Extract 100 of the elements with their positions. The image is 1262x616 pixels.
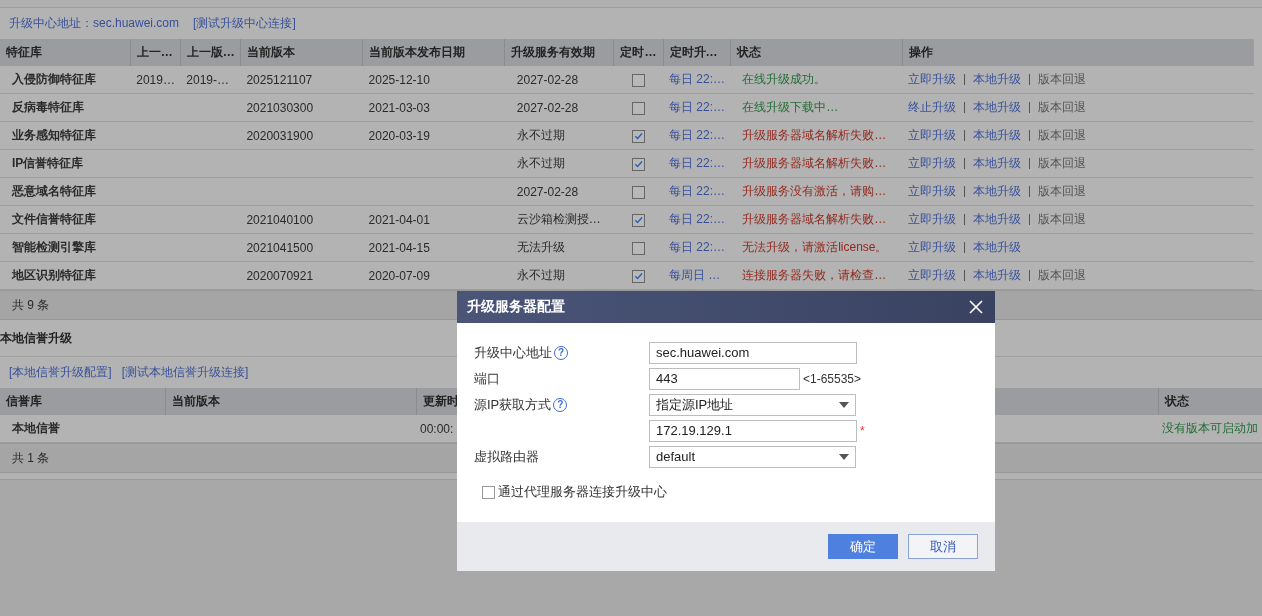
checkbox[interactable] xyxy=(632,213,645,227)
schedule-link[interactable]: 每日 22:… xyxy=(663,177,731,206)
column-header[interactable]: 定时升… xyxy=(663,39,731,66)
table-cell: IP信誉特征库 xyxy=(0,149,131,178)
checkbox[interactable] xyxy=(632,241,645,255)
config-link[interactable]: [本地信誉升级配置] xyxy=(9,364,112,381)
action-link[interactable]: 本地升级 xyxy=(973,156,1022,170)
status-text: 无法升级，请激活license。 xyxy=(730,233,903,262)
input-field[interactable]: 172.19.129.1 xyxy=(649,419,857,442)
action-link[interactable]: 立即升级 xyxy=(908,128,957,142)
table-cell: 地区识别特征库 xyxy=(0,261,131,290)
table-cell: 永不过期 xyxy=(504,261,614,290)
action-link[interactable]: 立即升级 xyxy=(908,212,957,226)
table-cell: 2021030300 xyxy=(240,93,363,122)
schedule-link[interactable]: 每日 22:… xyxy=(663,93,731,122)
input-field[interactable]: 443 xyxy=(649,367,800,390)
table-cell: 永不过期 xyxy=(504,149,614,178)
table-cell: 2027-02-28 xyxy=(504,93,614,122)
action-link[interactable]: 本地升级 xyxy=(973,184,1022,198)
column-header[interactable]: 状态 xyxy=(1158,388,1262,415)
status-text: 没有版本可启动加 xyxy=(1158,415,1262,443)
column-header[interactable]: 上一… xyxy=(130,39,181,66)
dropdown[interactable]: 指定源IP地址 xyxy=(649,393,856,416)
table-cell: 2020-07-09 xyxy=(362,261,505,290)
field-label: 升级中心地址 xyxy=(474,343,552,362)
action-link[interactable]: 立即升级 xyxy=(908,240,957,254)
table-cell: 2021-04-01 xyxy=(362,205,505,234)
cancel-button[interactable]: 取消 xyxy=(908,534,978,559)
checkbox[interactable] xyxy=(482,485,495,499)
action-link[interactable]: 本地升级 xyxy=(973,240,1022,254)
column-header[interactable]: 升级服务有效期 xyxy=(504,39,614,66)
column-header[interactable]: 定时… xyxy=(613,39,664,66)
action-link[interactable]: 本地升级 xyxy=(973,268,1022,282)
status-text: 在线升级下载中… xyxy=(730,93,903,122)
test-connection-link[interactable]: [测试升级中心连接] xyxy=(193,15,296,32)
action-link[interactable]: 立即升级 xyxy=(908,184,957,198)
caret-icon xyxy=(839,401,849,408)
checkbox[interactable] xyxy=(632,73,645,87)
table-cell: 无法升级 xyxy=(504,233,614,262)
schedule-link[interactable]: 每日 22:… xyxy=(663,233,731,262)
column-header[interactable]: 上一版… xyxy=(180,39,241,66)
required-mark: * xyxy=(860,423,865,438)
record-count: 共 1 条 xyxy=(12,449,50,467)
column-header[interactable]: 当前版本 xyxy=(240,39,363,66)
schedule-link[interactable]: 每日 22:… xyxy=(663,66,731,94)
action-link[interactable]: 本地升级 xyxy=(973,128,1022,142)
action-link[interactable]: 终止升级 xyxy=(908,100,957,114)
table-cell: 2027-02-28 xyxy=(504,177,614,206)
schedule-link[interactable]: 每日 22:… xyxy=(663,149,731,178)
column-header[interactable]: 操作 xyxy=(902,39,1254,66)
table-cell: 反病毒特征库 xyxy=(0,93,131,122)
schedule-link[interactable]: 每周日 … xyxy=(663,261,731,290)
table-cell: 恶意域名特征库 xyxy=(0,177,131,206)
field-label: 源IP获取方式 xyxy=(474,395,552,414)
action-link[interactable]: 立即升级 xyxy=(908,156,957,170)
schedule-link[interactable]: 每日 22:… xyxy=(663,205,731,234)
input-field[interactable]: sec.huawei.com xyxy=(649,341,857,364)
table-cell: 2021-04-15 xyxy=(362,233,505,262)
schedule-link[interactable]: 每日 22:… xyxy=(663,121,731,150)
table-cell: 2025-12-10 xyxy=(362,66,505,94)
column-header[interactable]: 状态 xyxy=(730,39,903,66)
action-link[interactable]: 立即升级 xyxy=(908,72,957,86)
table-cell: 永不过期 xyxy=(504,121,614,150)
table-cell: 文件信誉特征库 xyxy=(0,205,131,234)
table-cell: 本地信誉 xyxy=(0,415,165,443)
table-cell: 业务感知特征库 xyxy=(0,121,131,150)
table-cell: 2019… xyxy=(130,66,181,94)
action-link[interactable]: 本地升级 xyxy=(973,72,1022,86)
dropdown[interactable]: default xyxy=(649,445,856,468)
column-header[interactable]: 特征库 xyxy=(0,39,131,66)
action-link[interactable]: 立即升级 xyxy=(908,268,957,282)
checkbox[interactable] xyxy=(632,185,645,199)
checkbox[interactable] xyxy=(632,157,645,171)
checkbox[interactable] xyxy=(632,129,645,143)
table-cell: 2027-02-28 xyxy=(504,66,614,94)
caret-icon xyxy=(839,453,849,460)
status-text: 升级服务器域名解析失败… xyxy=(730,149,903,178)
dialog-title: 升级服务器配置 xyxy=(467,298,565,316)
table-cell: 智能检测引擎库 xyxy=(0,233,131,262)
table-cell: 2021040100 xyxy=(240,205,363,234)
checkbox[interactable] xyxy=(632,269,645,283)
table-cell: 2021041500 xyxy=(240,233,363,262)
confirm-button[interactable]: 确定 xyxy=(828,534,898,559)
column-header[interactable]: 信誉库 xyxy=(0,388,165,415)
upgrade-center-address: 升级中心地址：sec.huawei.com xyxy=(9,15,180,32)
action-link[interactable]: 本地升级 xyxy=(973,100,1022,114)
table-cell: 2020-03-19 xyxy=(362,121,505,150)
status-text: 连接服务器失败，请检查… xyxy=(730,261,903,290)
table-cell: 2019-… xyxy=(180,66,241,94)
checkbox[interactable] xyxy=(632,101,645,115)
record-count: 共 9 条 xyxy=(12,296,50,314)
column-header[interactable]: 当前版本 xyxy=(165,388,416,415)
field-label: 虚拟路由器 xyxy=(474,447,539,466)
action-link[interactable]: 本地升级 xyxy=(973,212,1022,226)
table-cell: 2025121107 xyxy=(240,66,363,94)
config-link[interactable]: [测试本地信誉升级连接] xyxy=(121,364,249,381)
column-header[interactable]: 当前版本发布日期 xyxy=(362,39,505,66)
close-icon[interactable] xyxy=(969,300,983,314)
status-text: 升级服务没有激活，请购… xyxy=(730,177,903,206)
status-text: 升级服务器域名解析失败… xyxy=(730,121,903,150)
